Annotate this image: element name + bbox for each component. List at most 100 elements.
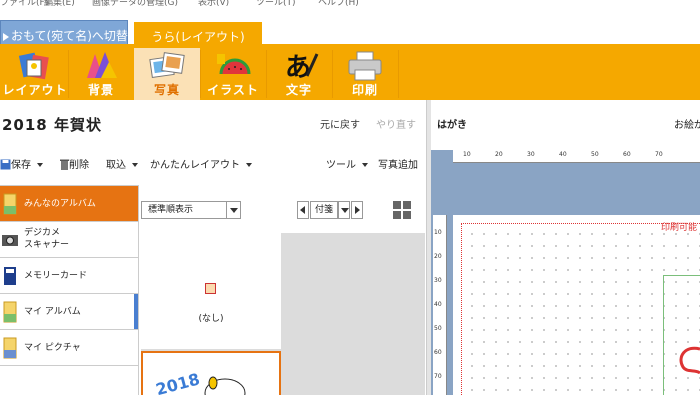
tools-label: ツール xyxy=(326,160,356,171)
no-image-icon xyxy=(205,283,216,294)
text-icon: あ xyxy=(285,53,319,82)
photo-pane: 標準順表示 付箋 (なし) 2018 xyxy=(138,185,426,395)
album-item-camera-scanner[interactable]: デジカメ スキャナー xyxy=(0,222,138,258)
photo-button[interactable]: 写真 xyxy=(134,48,201,100)
illustration-label: イラスト xyxy=(207,83,259,97)
ruler-label: 70 xyxy=(434,373,442,380)
text-button[interactable]: あ 文字 xyxy=(266,48,333,100)
new-year-illustration: 2018 xyxy=(154,369,246,395)
print-label: 印刷 xyxy=(351,83,378,97)
album-item-label-line2: スキャナー xyxy=(24,240,70,250)
ribbon: レイアウト 背景 写真 イラスト あ 文字 印刷 xyxy=(0,44,700,100)
tag-dropdown-button[interactable] xyxy=(338,201,350,219)
previous-tag-button[interactable] xyxy=(297,201,309,219)
tag-select[interactable]: 付箋 xyxy=(310,201,338,219)
illustration-icon xyxy=(217,54,251,75)
album-book-icon xyxy=(3,337,17,359)
album-item-label: マイ アルバム xyxy=(24,307,81,317)
menu-image-data[interactable]: 画像データの管理(G) xyxy=(92,0,178,8)
floppy-icon xyxy=(0,159,11,170)
album-list: みんなのアルバム デジカメスキャナー メモリーカード マイ アルバム マイ ピク… xyxy=(0,185,138,395)
album-item-my-album[interactable]: マイ アルバム xyxy=(0,294,138,330)
easy-layout-label: かんたんレイアウト xyxy=(150,160,240,171)
import-button[interactable]: 取込 xyxy=(106,156,138,171)
layout-button[interactable]: レイアウト xyxy=(2,48,69,100)
menu-view[interactable]: 表示(V) xyxy=(198,0,229,8)
album-book-icon xyxy=(3,193,17,215)
delete-button[interactable]: 削除 xyxy=(60,156,89,171)
toolbar: 保存 削除 取込 かんたんレイアウト ツール 写真追加 xyxy=(0,154,426,174)
svg-text:あ: あ xyxy=(285,53,311,82)
ruler-label: 50 xyxy=(434,325,442,332)
sort-order-value: 標準順表示 xyxy=(148,205,194,215)
next-tag-button[interactable] xyxy=(351,201,363,219)
trash-icon xyxy=(60,159,69,170)
undo-button[interactable]: 元に戻す xyxy=(320,116,360,131)
camera-icon xyxy=(2,235,18,246)
postcard-canvas[interactable]: 印刷可能 xyxy=(453,215,700,395)
photo-label: 写真 xyxy=(153,83,180,97)
horizontal-ruler: 10 20 30 40 50 60 70 xyxy=(453,150,700,163)
background-icon xyxy=(87,52,117,78)
card-illustration xyxy=(679,346,700,375)
background-label: 背景 xyxy=(87,83,114,97)
ruler-label: 70 xyxy=(655,151,663,158)
ruler-label: 20 xyxy=(434,253,442,260)
menu-help[interactable]: ヘルプ(H) xyxy=(318,0,359,8)
easy-layout-button[interactable]: かんたんレイアウト xyxy=(150,156,252,171)
vertical-ruler: 10 20 30 40 50 60 70 xyxy=(433,215,447,395)
preview-title: はがき xyxy=(437,120,467,131)
ruler-label: 30 xyxy=(434,277,442,284)
print-button[interactable]: 印刷 xyxy=(332,48,399,100)
save-label: 保存 xyxy=(11,160,31,171)
save-button[interactable]: 保存 xyxy=(0,156,43,171)
layout-icon xyxy=(18,52,49,80)
thumbnail-selected[interactable]: 2018 xyxy=(141,351,281,395)
ruler-label: 10 xyxy=(463,151,471,158)
album-item-everyone[interactable]: みんなのアルバム xyxy=(0,186,138,222)
ruler-corner xyxy=(431,150,453,163)
ruler-label: 60 xyxy=(623,151,631,158)
sort-order-select[interactable]: 標準順表示 xyxy=(141,201,241,219)
album-item-my-pictures[interactable]: マイ ピクチャ xyxy=(0,330,138,366)
add-photo-button[interactable]: 写真追加 xyxy=(378,156,418,171)
text-label: 文字 xyxy=(285,83,312,97)
tools-button[interactable]: ツール xyxy=(326,156,368,171)
ruler-label: 60 xyxy=(434,349,442,356)
drawing-help-link[interactable]: お絵が xyxy=(674,116,700,131)
album-item-label: デジカメ スキャナー xyxy=(24,227,69,251)
delete-label: 削除 xyxy=(69,160,89,171)
background-button[interactable]: 背景 xyxy=(68,48,135,100)
left-panel: 2018 年賀状 元に戻す やり直す 保存 削除 取込 かんたんレイアウト ツー… xyxy=(0,100,426,395)
album-item-label: みんなのアルバム xyxy=(24,199,96,209)
album-item-label-line1: デジカメ xyxy=(24,228,61,238)
ruler-label: 30 xyxy=(527,151,535,158)
tag-filter: 付箋 xyxy=(297,201,365,219)
play-icon xyxy=(3,32,9,41)
ruler-label: 10 xyxy=(434,229,442,236)
illustration-button[interactable]: イラスト xyxy=(200,48,267,100)
ruler-label: 20 xyxy=(495,151,503,158)
album-item-memory-card[interactable]: メモリーカード xyxy=(0,258,138,294)
menu-edit[interactable]: 編集(E) xyxy=(44,0,75,8)
thumbnail-none[interactable]: (なし) xyxy=(141,233,281,349)
preview-header: はがき お絵が xyxy=(431,100,700,150)
menu-tools[interactable]: ツール(T) xyxy=(256,0,296,8)
album-book-icon xyxy=(3,301,17,323)
svg-text:2018: 2018 xyxy=(154,369,202,395)
switch-to-front-label: おもて(宛て名)へ切替 xyxy=(11,29,128,43)
ruler-label: 40 xyxy=(559,151,567,158)
grid-view-icon[interactable] xyxy=(393,201,411,219)
chevron-down-icon xyxy=(226,202,240,218)
printer-icon xyxy=(348,51,382,81)
layout-label: レイアウト xyxy=(2,83,68,97)
ruler-label: 40 xyxy=(434,301,442,308)
ruler-label: 50 xyxy=(591,151,599,158)
import-label: 取込 xyxy=(106,160,126,171)
document-title: 2018 年賀状 xyxy=(2,116,102,134)
preview-panel: はがき お絵が 10 20 30 40 50 60 70 10 20 30 40… xyxy=(431,100,700,395)
menu-file[interactable]: ファイル(F) xyxy=(0,0,48,8)
redo-button[interactable]: やり直す xyxy=(376,116,416,131)
memory-card-icon xyxy=(4,267,16,285)
face-switch-bar: おもて(宛て名)へ切替 うら(レイアウト) xyxy=(0,8,700,52)
